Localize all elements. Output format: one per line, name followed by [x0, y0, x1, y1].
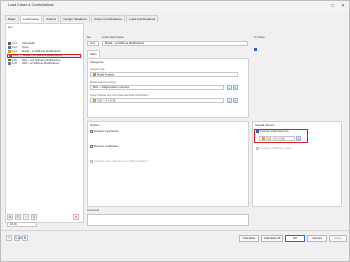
comment-field[interactable]: [87, 214, 249, 226]
tab-main[interactable]: Main: [87, 50, 100, 57]
tab-basic[interactable]: Basic: [5, 15, 19, 22]
dialog-window: Load Cases & Combinations □ ✕ Basic Load…: [0, 0, 350, 262]
categories-title: Categories: [90, 60, 104, 64]
list-item[interactable]: LC6 RSA – w/ Stiffness Modifications: [8, 62, 59, 65]
color-swatch: [8, 46, 11, 49]
categories-panel: Categories Analysis type Modal Analysis …: [87, 58, 249, 118]
import-masses-label: Import masses only from load case/load c…: [90, 94, 149, 97]
divider: [1, 230, 349, 231]
initial-state-stiffness-checkbox[interactable]: Consider initial state (Structure Stiffn…: [90, 160, 148, 163]
apply-button[interactable]: Apply: [329, 235, 347, 242]
color-swatch: [8, 42, 11, 45]
name-label: Load Case Name: [102, 35, 124, 39]
close-icon[interactable]: ✕: [341, 3, 345, 8]
new-settings-icon[interactable]: +: [227, 85, 232, 90]
list-item[interactable]: LC1 Self-weight: [8, 42, 35, 45]
minimize-icon[interactable]: □: [331, 3, 334, 8]
color-swatch: [8, 62, 11, 65]
edit-settings-icon[interactable]: ✎: [233, 85, 238, 90]
list-item[interactable]: LC2 Snow: [8, 46, 29, 49]
calculate-button[interactable]: Calculate: [239, 235, 259, 242]
help-icon[interactable]: ?: [6, 235, 12, 241]
cancel-button[interactable]: Cancel: [307, 235, 327, 242]
renumber-icon[interactable]: ↕: [23, 214, 29, 220]
delete-icon[interactable]: ✕: [73, 214, 79, 220]
tab-actions[interactable]: Actions: [43, 15, 60, 22]
combination-icon: [262, 137, 265, 140]
list-header: List: [8, 25, 13, 29]
new-combination-icon[interactable]: +: [227, 98, 232, 103]
consider-imperfection-checkbox[interactable]: Consider imperfection: [90, 130, 119, 133]
comment-label: Comment: [87, 208, 100, 212]
tab-load-cases[interactable]: Load Cases: [19, 15, 43, 22]
structure-modification-checkbox[interactable]: Structure modification: [90, 145, 119, 148]
modification-stage-checkbox[interactable]: Consider modification stage: [256, 147, 292, 150]
tab-action-combinations[interactable]: Action Combinations: [91, 15, 125, 22]
no-field[interactable]: LC4: [87, 41, 99, 46]
initial-state-select[interactable]: CO1 – G + 0.3S: [259, 136, 295, 141]
tab-load-combinations[interactable]: Load Combinations: [125, 15, 159, 22]
consider-initial-state-checkbox[interactable]: Consider initial state from: [256, 130, 289, 133]
list-filter-select[interactable]: All (6): [7, 222, 37, 227]
load-case-list-panel: List LC1 Self-weight LC2 Snow LC3 Modal …: [5, 23, 84, 223]
analysis-type-select[interactable]: Modal Analysis: [90, 72, 238, 77]
title-bar: Load Cases & Combinations □ ✕: [1, 1, 349, 13]
combination-icon: [93, 99, 96, 102]
window-title: Load Cases & Combinations: [8, 3, 54, 7]
ok-button[interactable]: OK: [285, 235, 305, 242]
options-panel: Options Consider imperfection Structure …: [87, 121, 249, 207]
to-solve-label: To Solve: [254, 35, 265, 39]
edit-combination-icon[interactable]: ✎: [233, 98, 238, 103]
to-solve-checkbox[interactable]: [254, 41, 258, 59]
color-swatch: [9, 54, 12, 58]
analysis-type-label: Analysis type: [90, 68, 105, 71]
special-options-panel: Special Options Consider initial state f…: [252, 121, 342, 207]
modal-settings-select[interactable]: MA1 – 4 Eigenvalues | Lanczos: [90, 85, 224, 90]
options-title: Options: [90, 123, 100, 127]
copy-icon[interactable]: ⎘: [15, 214, 21, 220]
settings-icon[interactable]: ⚙: [22, 235, 28, 241]
sort-icon[interactable]: ⇅: [31, 214, 37, 220]
list-item-selected[interactable]: LC4 Modal – w/ Stiffness Modifications: [7, 53, 81, 59]
no-label: No.: [87, 35, 92, 39]
tab-bar: Basic Load Cases Actions Design Situatio…: [5, 15, 159, 22]
modal-settings-label: Modal analysis settings: [90, 81, 116, 84]
load-case-name-field[interactable]: Modal – w/ Stiffness Modifications: [102, 41, 248, 46]
modal-analysis-icon: [93, 73, 96, 76]
import-masses-select[interactable]: CO1 – G + 0.3S: [90, 98, 224, 103]
tab-design-situations[interactable]: Design Situations: [60, 15, 91, 22]
units-icon[interactable]: 0.00: [14, 235, 22, 241]
new-item-icon[interactable]: ⧉: [7, 214, 13, 220]
special-options-title: Special Options: [255, 123, 275, 127]
calculate-all-button[interactable]: Calculate All: [261, 235, 283, 242]
edit-initial-state-icon[interactable]: ✎: [296, 136, 301, 141]
